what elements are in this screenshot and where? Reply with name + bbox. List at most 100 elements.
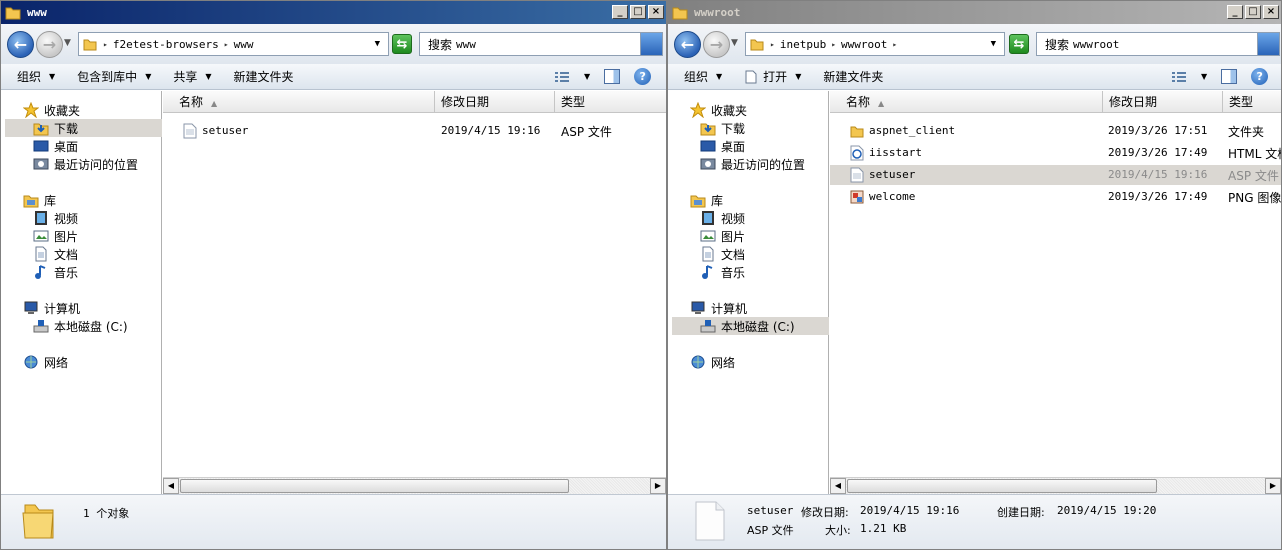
- organize-button[interactable]: 组织 ▼: [684, 68, 722, 85]
- address-dropdown-icon[interactable]: ▼: [375, 39, 380, 49]
- nav-desktop[interactable]: 桌面: [33, 137, 78, 155]
- recent-pages-dropdown[interactable]: ▼: [64, 38, 71, 48]
- nav-music[interactable]: 音乐: [33, 263, 78, 281]
- title-bar[interactable]: www _ □ ×: [1, 1, 666, 24]
- nav-documents[interactable]: 文档: [33, 245, 78, 263]
- nav-documents[interactable]: 文档: [700, 245, 745, 263]
- nav-computer[interactable]: 计算机: [690, 299, 747, 317]
- scroll-right-button[interactable]: ▶: [650, 478, 666, 494]
- column-type[interactable]: 类型: [1223, 91, 1281, 113]
- breadcrumb-segment[interactable]: f2etest-browsers: [113, 38, 219, 51]
- refresh-button[interactable]: ⇆: [392, 34, 412, 54]
- nav-favorites[interactable]: 收藏夹: [23, 101, 80, 119]
- nav-libraries[interactable]: 库: [23, 191, 56, 209]
- nav-label: 视频: [721, 211, 746, 226]
- nav-downloads[interactable]: 下载: [700, 119, 745, 137]
- search-input[interactable]: 搜索 wwwroot: [1036, 32, 1280, 56]
- file-row[interactable]: iisstart 2019/3/26 17:49 HTML 文档: [830, 143, 1281, 163]
- breadcrumb-arrow-icon[interactable]: ▸: [770, 40, 775, 49]
- nav-pictures[interactable]: 图片: [700, 227, 745, 245]
- nav-videos[interactable]: 视频: [33, 209, 78, 227]
- horizontal-scrollbar[interactable]: ◀ ▶: [163, 477, 666, 494]
- address-dropdown-icon[interactable]: ▼: [991, 39, 996, 49]
- minimize-button[interactable]: _: [612, 5, 628, 19]
- forward-button[interactable]: →: [36, 31, 63, 58]
- new-folder-button[interactable]: 新建文件夹: [823, 68, 883, 85]
- back-button[interactable]: ←: [7, 31, 34, 58]
- breadcrumb-arrow-icon[interactable]: ▸: [831, 40, 836, 49]
- nav-computer[interactable]: 计算机: [23, 299, 80, 317]
- file-row[interactable]: welcome 2019/3/26 17:49 PNG 图像: [830, 187, 1281, 207]
- column-type[interactable]: 类型: [555, 91, 666, 113]
- preview-pane-icon[interactable]: [604, 69, 621, 84]
- new-folder-button[interactable]: 新建文件夹: [234, 68, 294, 85]
- close-button[interactable]: ×: [648, 5, 664, 19]
- scroll-thumb[interactable]: [180, 479, 569, 493]
- nav-favorites[interactable]: 收藏夹: [690, 101, 747, 119]
- address-bar[interactable]: ▸ inetpub ▸ wwwroot ▸ ▼: [745, 32, 1005, 56]
- search-input[interactable]: 搜索 www: [419, 32, 663, 56]
- nav-pictures[interactable]: 图片: [33, 227, 78, 245]
- share-button[interactable]: 共享 ▼: [173, 68, 211, 85]
- column-date-modified[interactable]: 修改日期: [1103, 91, 1223, 113]
- maximize-button[interactable]: □: [630, 5, 646, 19]
- organize-button[interactable]: 组织 ▼: [17, 68, 55, 85]
- scroll-left-button[interactable]: ◀: [830, 478, 846, 494]
- nav-libraries[interactable]: 库: [690, 191, 723, 209]
- open-button[interactable]: 打开 ▼: [744, 68, 801, 85]
- nav-recent-places[interactable]: 最近访问的位置: [700, 155, 805, 173]
- title-bar[interactable]: wwwroot _ □ ×: [668, 1, 1281, 24]
- breadcrumb-arrow-icon[interactable]: ▸: [892, 40, 897, 49]
- refresh-button[interactable]: ⇆: [1009, 34, 1029, 54]
- column-label: 修改日期: [441, 95, 490, 109]
- explorer-window-wwwroot[interactable]: wwwroot _ □ × ← → ▼ ▸ inetpub ▸ wwwroot …: [667, 0, 1282, 550]
- recent-pages-dropdown[interactable]: ▼: [731, 38, 738, 48]
- back-button[interactable]: ←: [674, 31, 701, 58]
- nav-label: 桌面: [54, 139, 79, 154]
- address-bar[interactable]: ▸ f2etest-browsers ▸ www ▼: [78, 32, 389, 56]
- forward-button[interactable]: →: [703, 31, 730, 58]
- nav-network[interactable]: 网络: [23, 353, 68, 371]
- column-date-modified[interactable]: 修改日期: [435, 91, 555, 113]
- view-options-icon[interactable]: [554, 70, 570, 84]
- breadcrumb-arrow-icon[interactable]: ▸: [224, 40, 229, 49]
- breadcrumb-segment[interactable]: wwwroot: [841, 38, 887, 51]
- nav-network[interactable]: 网络: [690, 353, 735, 371]
- close-button[interactable]: ×: [1263, 5, 1279, 19]
- include-in-library-button[interactable]: 包含到库中 ▼: [77, 68, 151, 85]
- column-label: 类型: [561, 95, 586, 109]
- chevron-down-icon: ▼: [795, 72, 802, 81]
- preview-pane-icon[interactable]: [1221, 69, 1238, 84]
- file-row-selected[interactable]: setuser 2019/4/15 19:16 ASP 文件: [830, 165, 1281, 185]
- help-icon[interactable]: ?: [634, 68, 652, 85]
- column-name[interactable]: 名称 ▲: [830, 91, 1103, 113]
- maximize-button[interactable]: □: [1245, 5, 1261, 19]
- file-row[interactable]: setuser 2019/4/15 19:16 ASP 文件: [163, 121, 666, 141]
- file-date: 2019/3/26 17:51: [1108, 124, 1208, 137]
- nav-local-disk[interactable]: 本地磁盘 (C:): [33, 317, 128, 335]
- file-row[interactable]: aspnet_client 2019/3/26 17:51 文件夹: [830, 121, 1281, 141]
- scroll-left-button[interactable]: ◀: [163, 478, 179, 494]
- nav-videos[interactable]: 视频: [700, 209, 745, 227]
- search-icon[interactable]: [1257, 33, 1279, 55]
- chevron-down-icon[interactable]: ▼: [584, 72, 590, 81]
- nav-local-disk[interactable]: 本地磁盘 (C:): [672, 317, 829, 335]
- nav-label: 下载: [721, 121, 746, 136]
- breadcrumb-segment[interactable]: inetpub: [780, 38, 826, 51]
- breadcrumb-segment[interactable]: www: [234, 38, 254, 51]
- minimize-button[interactable]: _: [1227, 5, 1243, 19]
- nav-recent-places[interactable]: 最近访问的位置: [33, 155, 138, 173]
- scroll-thumb[interactable]: [847, 479, 1157, 493]
- chevron-down-icon[interactable]: ▼: [1201, 72, 1207, 81]
- nav-downloads[interactable]: 下载: [5, 119, 162, 137]
- view-options-icon[interactable]: [1171, 70, 1187, 84]
- search-icon[interactable]: [640, 33, 662, 55]
- scroll-right-button[interactable]: ▶: [1265, 478, 1281, 494]
- help-icon[interactable]: ?: [1251, 68, 1269, 85]
- breadcrumb-arrow-icon[interactable]: ▸: [103, 40, 108, 49]
- nav-music[interactable]: 音乐: [700, 263, 745, 281]
- horizontal-scrollbar[interactable]: ◀ ▶: [830, 477, 1281, 494]
- nav-desktop[interactable]: 桌面: [700, 137, 745, 155]
- explorer-window-www[interactable]: www _ □ × ← → ▼ ▸ f2etest-browsers ▸ www…: [0, 0, 667, 550]
- column-name[interactable]: 名称 ▲: [163, 91, 435, 113]
